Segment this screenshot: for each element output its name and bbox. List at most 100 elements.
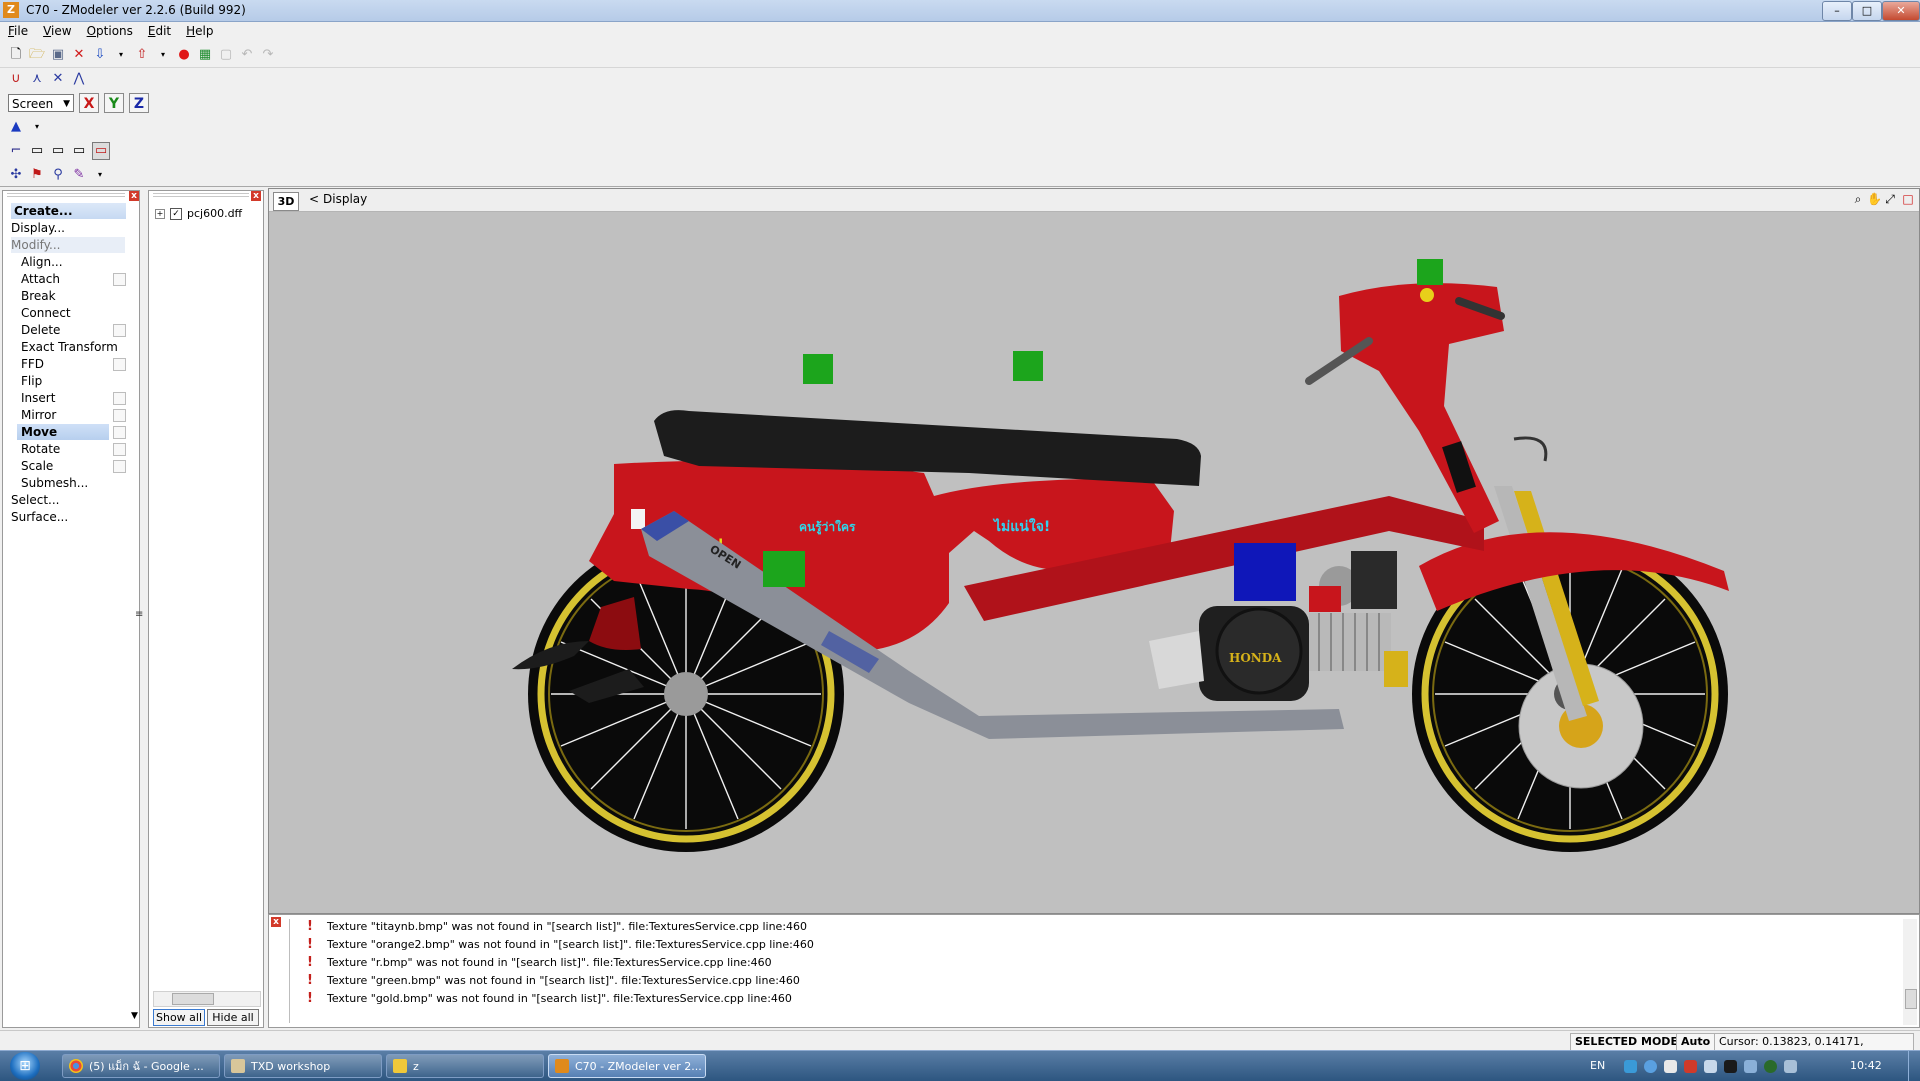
- dummy-box[interactable]: [803, 354, 833, 384]
- maximize-view-icon[interactable]: ⤢: [1883, 192, 1897, 206]
- antivirus-tray-icon[interactable]: [1684, 1060, 1697, 1073]
- select-command[interactable]: Select...: [11, 492, 59, 508]
- app-tray-icon[interactable]: [1764, 1060, 1777, 1073]
- cone-icon[interactable]: ▲: [8, 119, 24, 135]
- globe-tray-icon[interactable]: [1644, 1060, 1657, 1073]
- app-tray-icon[interactable]: [1724, 1060, 1737, 1073]
- cube-front-icon[interactable]: ▭: [50, 143, 66, 159]
- open-folder-icon[interactable]: 🗁: [29, 47, 45, 63]
- vertical-scrollbar[interactable]: [1903, 919, 1917, 1025]
- vertex-tool-icon[interactable]: ⋏: [29, 71, 45, 87]
- tree-item[interactable]: + ✓ pcj600.dff: [155, 207, 242, 220]
- new-file-icon[interactable]: 🗋: [8, 47, 24, 63]
- menu-file[interactable]: File: [0, 22, 35, 38]
- exact-transform-command[interactable]: Exact Transform: [21, 339, 118, 355]
- copy-icon[interactable]: ▢: [218, 47, 234, 63]
- mirror-option-checkbox[interactable]: [113, 409, 126, 422]
- break-command[interactable]: Break: [21, 288, 56, 304]
- figure-icon[interactable]: ⚲: [50, 167, 66, 183]
- delete-command[interactable]: Delete: [21, 322, 60, 338]
- scale-command[interactable]: Scale: [21, 458, 53, 474]
- insert-command[interactable]: Insert: [21, 390, 55, 406]
- record-icon[interactable]: ●: [176, 47, 192, 63]
- close-file-icon[interactable]: ✕: [71, 47, 87, 63]
- dummy-box[interactable]: [763, 551, 805, 587]
- paint-icon[interactable]: ✎: [71, 167, 87, 183]
- view-mode-tab[interactable]: 3D: [273, 192, 299, 211]
- flip-command[interactable]: Flip: [21, 373, 42, 389]
- ffd-command[interactable]: FFD: [21, 356, 44, 372]
- show-desktop-button[interactable]: [1908, 1051, 1920, 1081]
- 3d-scene[interactable]: เมืองรู้จัก! คนรู้ว่าใคร ไม่แน่ใจ! HONDA: [269, 211, 1919, 913]
- taskbar-item-folder[interactable]: z: [386, 1054, 544, 1078]
- clock[interactable]: 10:42: [1850, 1059, 1882, 1072]
- save-icon[interactable]: ▣: [50, 47, 66, 63]
- hide-all-button[interactable]: Hide all: [207, 1009, 259, 1026]
- cube-shaded-icon[interactable]: ▭: [92, 142, 110, 160]
- mirror-command[interactable]: Mirror: [21, 407, 56, 423]
- scroll-down-icon[interactable]: ▼: [131, 1011, 138, 1021]
- taskbar-item-chrome[interactable]: (5) แม็ก ฉั - Google ...: [62, 1054, 220, 1078]
- speaker-tray-icon[interactable]: [1704, 1060, 1717, 1073]
- image-icon[interactable]: ▦: [197, 47, 213, 63]
- close-icon[interactable]: x: [271, 917, 281, 927]
- axis-x-toggle[interactable]: X: [79, 93, 99, 113]
- dropdown-arrow-icon[interactable]: ▾: [113, 47, 129, 63]
- dummy-box[interactable]: [1013, 351, 1043, 381]
- insert-option-checkbox[interactable]: [113, 392, 126, 405]
- show-all-button[interactable]: Show all: [153, 1009, 205, 1026]
- attach-option-checkbox[interactable]: [113, 273, 126, 286]
- ffd-option-checkbox[interactable]: [113, 358, 126, 371]
- magnet-icon[interactable]: ∪: [8, 71, 24, 87]
- connect-command[interactable]: Connect: [21, 305, 71, 321]
- close-icon[interactable]: x: [251, 191, 261, 201]
- taskbar-item-txd[interactable]: TXD workshop: [224, 1054, 382, 1078]
- menu-options[interactable]: Options: [79, 22, 140, 38]
- menu-help[interactable]: Help: [178, 22, 220, 38]
- pan-icon[interactable]: ✋: [1867, 192, 1882, 206]
- move-command[interactable]: Move: [17, 424, 109, 440]
- surface-command[interactable]: Surface...: [11, 509, 68, 525]
- scrollbar-thumb[interactable]: [172, 993, 214, 1005]
- battery-tray-icon[interactable]: [1784, 1060, 1797, 1073]
- close-view-icon[interactable]: □: [1901, 192, 1915, 206]
- cube-side-icon[interactable]: ▭: [71, 143, 87, 159]
- display-command[interactable]: Display...: [11, 220, 65, 236]
- ie-tray-icon[interactable]: [1624, 1060, 1637, 1073]
- dropdown-arrow-icon[interactable]: ▾: [29, 119, 45, 135]
- start-button[interactable]: ⊞: [10, 1052, 40, 1080]
- modify-command[interactable]: Modify...: [11, 237, 125, 253]
- pivot-icon[interactable]: ⚑: [29, 167, 45, 183]
- export-icon[interactable]: ⇧: [134, 47, 150, 63]
- flag-tray-icon[interactable]: [1664, 1060, 1677, 1073]
- axis-gizmo-icon[interactable]: ⌐: [8, 143, 24, 159]
- close-button[interactable]: ✕: [1882, 1, 1920, 21]
- move-option-checkbox[interactable]: [113, 426, 126, 439]
- undo-icon[interactable]: ↶: [239, 47, 255, 63]
- create-command[interactable]: Create...: [11, 203, 126, 219]
- rotate-command[interactable]: Rotate: [21, 441, 60, 457]
- splitter-grip[interactable]: ≡: [135, 609, 143, 620]
- menu-edit[interactable]: Edit: [140, 22, 178, 38]
- language-indicator[interactable]: EN: [1590, 1059, 1605, 1072]
- axis-z-toggle[interactable]: Z: [129, 93, 149, 113]
- dummy-box[interactable]: [1234, 543, 1296, 601]
- attach-command[interactable]: Attach: [21, 271, 60, 287]
- expand-icon[interactable]: +: [155, 208, 165, 219]
- horizontal-scrollbar[interactable]: [153, 991, 261, 1007]
- minimize-button[interactable]: –: [1822, 1, 1852, 21]
- snap-icon[interactable]: ✣: [8, 167, 24, 183]
- taskbar-item-zmodeler[interactable]: C70 - ZModeler ver 2...: [548, 1054, 706, 1078]
- back-button[interactable]: <: [309, 192, 319, 206]
- align-command[interactable]: Align...: [21, 254, 63, 270]
- maximize-button[interactable]: □: [1852, 1, 1882, 21]
- edge-tool-icon[interactable]: ✕: [50, 71, 66, 87]
- scrollbar-thumb[interactable]: [1905, 989, 1917, 1009]
- scale-option-checkbox[interactable]: [113, 460, 126, 473]
- submesh-command[interactable]: Submesh...: [21, 475, 88, 491]
- close-icon[interactable]: x: [129, 191, 139, 201]
- rotate-option-checkbox[interactable]: [113, 443, 126, 456]
- face-tool-icon[interactable]: ⋀: [71, 71, 87, 87]
- dropdown-arrow-icon[interactable]: ▾: [155, 47, 171, 63]
- redo-icon[interactable]: ↷: [260, 47, 276, 63]
